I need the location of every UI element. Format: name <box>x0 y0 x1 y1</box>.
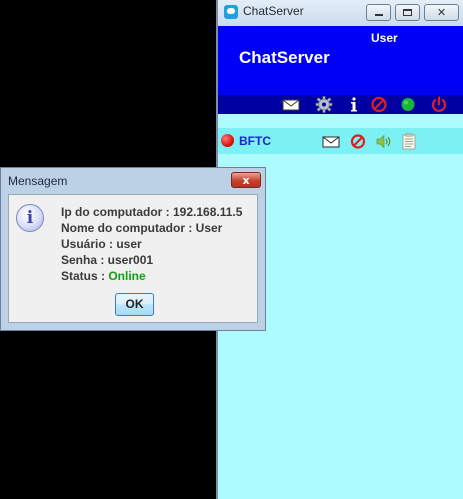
chat-titlebar[interactable]: ChatServer ✕ <box>218 0 463 27</box>
minimize-icon <box>375 14 383 16</box>
block-icon[interactable] <box>370 96 388 113</box>
contact-list-item[interactable]: BFTC <box>218 128 463 154</box>
chat-window-title: ChatServer <box>243 4 304 18</box>
dialog-title: Mensagem <box>8 174 68 188</box>
dialog-titlebar[interactable]: Mensagem x <box>1 168 265 194</box>
chat-header: User ChatServer <box>218 26 463 95</box>
close-icon: x <box>242 174 250 187</box>
status-line: Status : Online <box>61 269 146 283</box>
notes-icon[interactable] <box>400 133 418 150</box>
chat-toolbar <box>218 95 463 114</box>
close-button[interactable]: ✕ <box>424 4 459 21</box>
contact-name[interactable]: BFTC <box>239 134 271 148</box>
dialog-close-button[interactable]: x <box>231 172 261 188</box>
speaker-icon[interactable] <box>375 133 393 150</box>
online-status-icon[interactable] <box>399 96 417 113</box>
maximize-button[interactable] <box>395 4 420 21</box>
mail-icon[interactable] <box>282 96 300 113</box>
mail-icon[interactable] <box>322 133 340 150</box>
ok-button[interactable]: OK <box>115 293 154 316</box>
message-dialog: Mensagem x i Ip do computador : 192.168.… <box>0 167 266 331</box>
computer-name-line: Nome do computador : User <box>61 221 223 235</box>
info-icon[interactable] <box>345 96 363 113</box>
contact-status-dot <box>221 134 234 147</box>
password-line: Senha : user001 <box>61 253 154 267</box>
close-icon: ✕ <box>436 6 447 19</box>
username-line: Usuário : user <box>61 237 142 251</box>
info-icon: i <box>16 204 44 232</box>
minimize-button[interactable] <box>366 4 391 21</box>
block-icon[interactable] <box>349 133 367 150</box>
gear-icon[interactable] <box>315 96 333 113</box>
header-username: User <box>371 31 398 45</box>
power-icon[interactable] <box>430 96 448 113</box>
status-value: Online <box>108 269 146 283</box>
dialog-body: i Ip do computador : 192.168.11.5 Nome d… <box>8 194 258 323</box>
status-label: Status : <box>61 269 109 283</box>
chat-app-icon <box>224 5 238 19</box>
header-title: ChatServer <box>239 48 330 67</box>
ip-line: Ip do computador : 192.168.11.5 <box>61 205 243 219</box>
maximize-icon <box>403 9 412 16</box>
